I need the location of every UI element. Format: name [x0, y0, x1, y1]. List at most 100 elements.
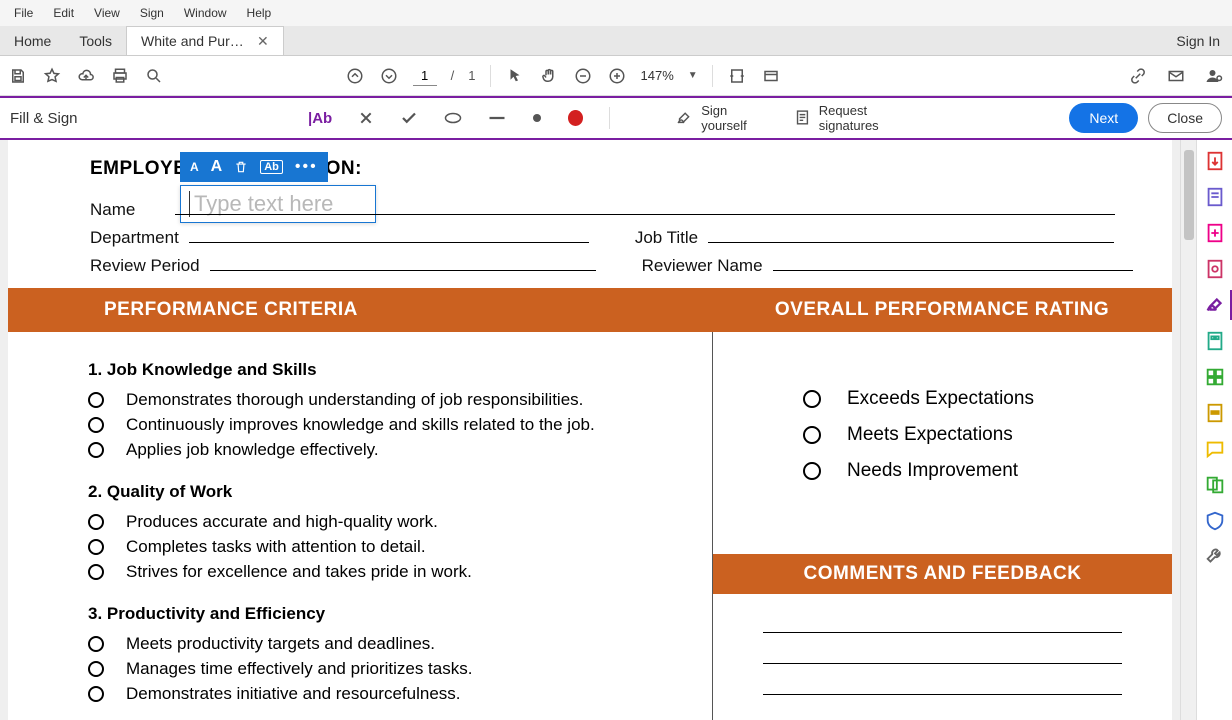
label-job-title: Job Title: [635, 228, 698, 248]
menu-view[interactable]: View: [84, 2, 130, 24]
rating-column: Exceeds Expectations Meets Expectations …: [712, 332, 1172, 720]
tab-close-icon[interactable]: ✕: [257, 33, 269, 50]
zoom-out-icon[interactable]: [573, 66, 593, 86]
circle-tool[interactable]: [444, 111, 462, 125]
save-icon[interactable]: [8, 66, 28, 86]
hand-icon[interactable]: [539, 66, 559, 86]
sign-yourself-button[interactable]: Sign yourself: [676, 103, 771, 133]
combine-icon[interactable]: [1204, 474, 1226, 496]
add-text-tool[interactable]: |Ab: [308, 110, 332, 127]
menu-sign[interactable]: Sign: [130, 2, 174, 24]
comment-tool-icon[interactable]: [1204, 258, 1226, 280]
fit-width-icon[interactable]: [727, 66, 747, 86]
export-pdf-icon[interactable]: [1204, 150, 1226, 172]
criteria-text: Continuously improves knowledge and skil…: [126, 415, 595, 435]
mail-icon[interactable]: [1166, 66, 1186, 86]
dot-tool[interactable]: [532, 113, 542, 123]
print-icon[interactable]: [110, 66, 130, 86]
header-performance-criteria: PERFORMANCE CRITERIA: [8, 288, 712, 332]
edit-pdf-icon[interactable]: [1204, 186, 1226, 208]
rating-bullet[interactable]: [803, 426, 821, 444]
input-line-department[interactable]: [189, 242, 589, 243]
more-tools-icon[interactable]: [1204, 546, 1226, 568]
right-tool-panel: [1196, 140, 1232, 720]
pdf-page: EMPLOYE E INFORMATI ON: A A Ab ••• Type …: [8, 140, 1172, 720]
page-current-input[interactable]: [413, 66, 437, 86]
star-icon[interactable]: [42, 66, 62, 86]
zoom-dropdown-icon[interactable]: ▼: [688, 70, 698, 81]
label-department: Department: [90, 228, 179, 248]
menu-file[interactable]: File: [4, 2, 43, 24]
compress-icon[interactable]: [1204, 366, 1226, 388]
request-signatures-button[interactable]: Request signatures: [794, 103, 924, 133]
menu-help[interactable]: Help: [237, 2, 282, 24]
share-comment-icon[interactable]: [1204, 438, 1226, 460]
scrollbar-thumb[interactable]: [1184, 150, 1194, 240]
comment-line[interactable]: [763, 632, 1122, 633]
criteria-text: Produces accurate and high-quality work.: [126, 512, 438, 532]
criteria-bullet[interactable]: [88, 661, 104, 677]
increase-text-icon[interactable]: A: [211, 158, 223, 176]
tab-document-label: White and Purple Si...: [141, 33, 251, 49]
comment-line[interactable]: [763, 694, 1122, 695]
close-button[interactable]: Close: [1148, 103, 1222, 133]
delete-text-icon[interactable]: [234, 159, 248, 175]
menu-edit[interactable]: Edit: [43, 2, 84, 24]
criteria-bullet[interactable]: [88, 442, 104, 458]
signin-link[interactable]: Sign In: [1176, 33, 1220, 49]
tab-document[interactable]: White and Purple Si... ✕: [126, 26, 284, 55]
protect-icon[interactable]: [1204, 510, 1226, 532]
page-separator: /: [451, 68, 455, 83]
more-options-icon[interactable]: •••: [295, 158, 318, 176]
check-tool[interactable]: [400, 109, 418, 127]
rating-bullet[interactable]: [803, 390, 821, 408]
criteria-bullet[interactable]: [88, 636, 104, 652]
fillsign-bar: Fill & Sign |Ab Sign yourself Request si…: [0, 96, 1232, 140]
criteria-bullet[interactable]: [88, 564, 104, 580]
criteria-text: Completes tasks with attention to detail…: [126, 537, 426, 557]
input-line-name[interactable]: [175, 214, 1115, 215]
pointer-icon[interactable]: [505, 66, 525, 86]
header-comments: COMMENTS AND FEEDBACK: [713, 554, 1172, 594]
search-icon[interactable]: [144, 66, 164, 86]
page-display-icon[interactable]: [761, 66, 781, 86]
fillsign-tool-icon[interactable]: [1204, 294, 1226, 316]
tab-tools[interactable]: Tools: [65, 26, 126, 55]
menu-window[interactable]: Window: [174, 2, 237, 24]
criteria-bullet[interactable]: [88, 392, 104, 408]
field-row-dept: Department Job Title: [90, 228, 1114, 248]
user-icon[interactable]: [1204, 66, 1224, 86]
document-viewport[interactable]: EMPLOYE E INFORMATI ON: A A Ab ••• Type …: [0, 140, 1180, 720]
link-icon[interactable]: [1128, 66, 1148, 86]
page-up-icon[interactable]: [345, 66, 365, 86]
next-button[interactable]: Next: [1069, 103, 1138, 133]
vertical-scrollbar[interactable]: [1180, 140, 1196, 720]
cloud-icon[interactable]: [76, 66, 96, 86]
criteria-text: Strives for excellence and takes pride i…: [126, 562, 472, 582]
redact-icon[interactable]: [1204, 402, 1226, 424]
header-overall-rating: OVERALL PERFORMANCE RATING: [712, 288, 1172, 332]
organize-icon[interactable]: [1204, 330, 1226, 352]
color-picker-tool[interactable]: [568, 110, 583, 126]
text-properties-icon[interactable]: Ab: [260, 160, 283, 174]
input-line-review-period[interactable]: [210, 270, 596, 271]
criteria-bullet[interactable]: [88, 686, 104, 702]
input-line-reviewer-name[interactable]: [773, 270, 1133, 271]
criteria-bullet[interactable]: [88, 417, 104, 433]
criteria-bullet[interactable]: [88, 539, 104, 555]
request-icon: [794, 109, 811, 127]
page-down-icon[interactable]: [379, 66, 399, 86]
criteria-bullet[interactable]: [88, 514, 104, 530]
comment-line[interactable]: [763, 663, 1122, 664]
line-tool[interactable]: [488, 115, 506, 121]
tab-home[interactable]: Home: [0, 26, 65, 55]
rating-bullet[interactable]: [803, 462, 821, 480]
zoom-in-icon[interactable]: [607, 66, 627, 86]
section-header-bar: PERFORMANCE CRITERIA OVERALL PERFORMANCE…: [8, 288, 1172, 332]
create-pdf-icon[interactable]: [1204, 222, 1226, 244]
cross-tool[interactable]: [358, 110, 374, 126]
decrease-text-icon[interactable]: A: [190, 160, 199, 174]
input-line-job-title[interactable]: [708, 242, 1114, 243]
label-review-period: Review Period: [90, 256, 200, 276]
sign-icon: [676, 109, 693, 127]
